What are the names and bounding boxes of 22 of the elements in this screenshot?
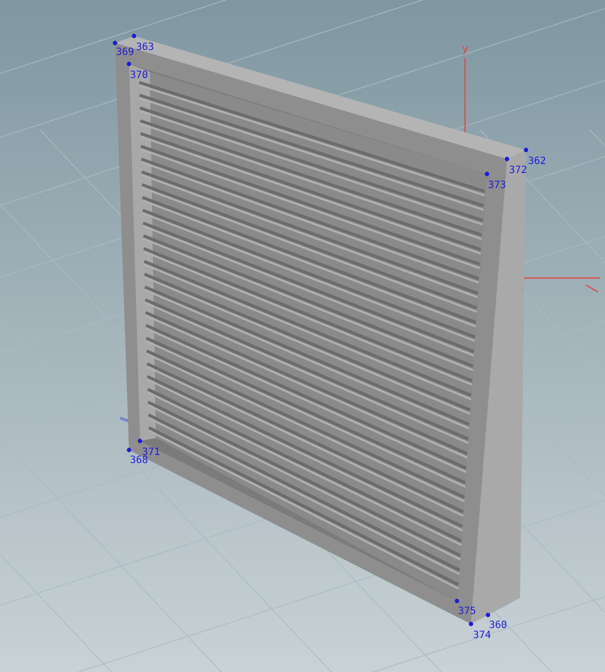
- point-label: 368: [130, 455, 148, 466]
- point-label: 360: [489, 620, 508, 631]
- point-label: 370: [130, 70, 148, 81]
- point-marker: [112, 40, 118, 46]
- point-label: 369: [116, 47, 134, 58]
- point-marker: [126, 448, 132, 452]
- point-label: 372: [509, 165, 528, 176]
- point-marker: [138, 438, 142, 444]
- point-label: 363: [136, 42, 154, 53]
- point-marker: [486, 612, 490, 618]
- point-marker: [524, 148, 528, 152]
- point-marker: [504, 156, 510, 162]
- point-marker: [468, 622, 474, 626]
- point-label: 375: [458, 606, 476, 617]
- point-label: 374: [473, 630, 492, 641]
- point-label: 373: [488, 180, 506, 191]
- point-marker: [454, 598, 460, 604]
- point-marker: [484, 172, 490, 176]
- point-label: 362: [528, 156, 546, 167]
- axis-label: y: [462, 42, 469, 55]
- point-marker: [132, 34, 136, 38]
- point-marker: [126, 62, 132, 66]
